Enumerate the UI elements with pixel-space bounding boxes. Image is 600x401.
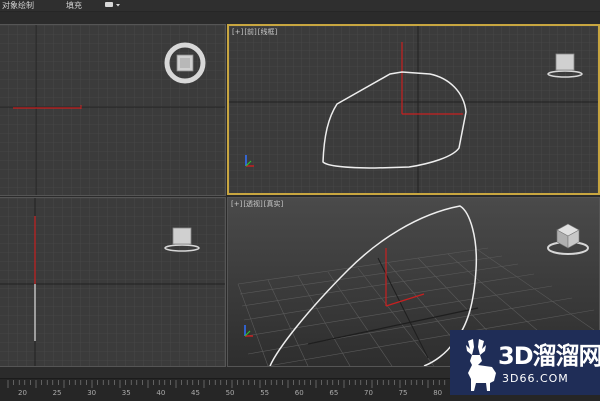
menu-object-paint[interactable]: 对象绘制	[2, 0, 34, 11]
viewport-shading-menu[interactable]: [线框]	[258, 28, 277, 36]
viewport-label-front[interactable]: [+][前][线框]	[232, 27, 278, 37]
brush-icon	[105, 2, 120, 7]
viewcube-3d-icon[interactable]	[546, 218, 590, 258]
menu-bar: 对象绘制 填充	[0, 0, 600, 12]
viewport-bottom-left[interactable]	[0, 197, 226, 367]
timeline-tick-label: 50	[225, 389, 235, 397]
viewport-front[interactable]: [+][前][线框]	[227, 24, 600, 195]
viewport-shading-menu[interactable]: [真实]	[264, 200, 283, 208]
viewport-plus-menu[interactable]: [+]	[231, 200, 242, 208]
watermark-title: 3D溜溜网	[498, 342, 600, 370]
grid-front	[229, 26, 598, 193]
timeline-tick-label: 30	[87, 389, 97, 397]
viewcube-icon[interactable]	[545, 50, 585, 80]
timeline-tick-label: 35	[121, 389, 131, 397]
watermark-logo: 3D溜溜网 3D66.COM	[450, 330, 600, 395]
watermark-url: 3D66.COM	[502, 372, 569, 385]
viewcube-icon[interactable]	[163, 41, 207, 85]
viewport-top-left[interactable]	[0, 24, 226, 196]
timeline-tick-label: 70	[364, 389, 373, 397]
timeline-tick-label: 40	[156, 389, 166, 397]
viewport-view-menu[interactable]: [前]	[244, 28, 256, 36]
deer-logo-icon	[466, 339, 496, 391]
timeline-tick-label: 60	[294, 389, 304, 397]
timeline-tick-label: 45	[191, 389, 200, 397]
menu-fill[interactable]: 填充	[66, 0, 82, 11]
timeline-tick-label: 20	[18, 389, 27, 397]
timeline-tick-label: 75	[398, 389, 408, 397]
viewport-label-perspective[interactable]: [+][透视][真实]	[231, 199, 284, 209]
timeline-tick-label: 55	[260, 389, 270, 397]
viewcube-icon[interactable]	[162, 224, 202, 254]
timeline-tick-label: 65	[329, 389, 339, 397]
timeline-tick-label: 25	[52, 389, 62, 397]
timeline-tick-label: 80	[433, 389, 443, 397]
viewport-view-menu[interactable]: [透视]	[243, 200, 262, 208]
viewport-plus-menu[interactable]: [+]	[232, 28, 243, 36]
